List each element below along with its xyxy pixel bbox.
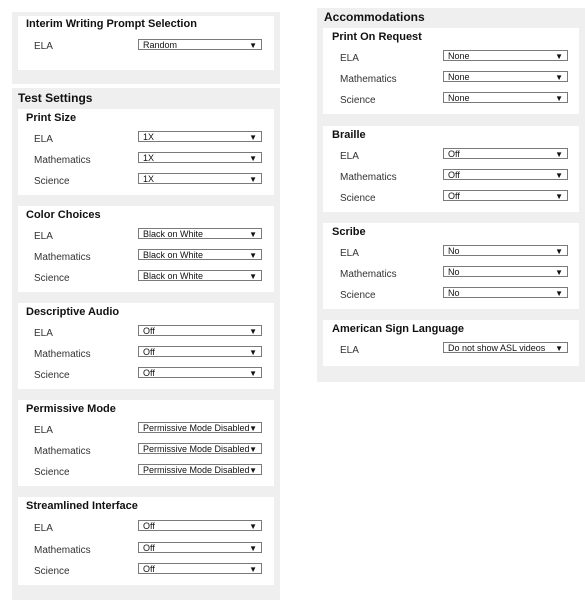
print-size-ela-select[interactable]: 1X ▼ <box>138 131 262 142</box>
braille-science-select[interactable]: Off ▼ <box>443 190 568 201</box>
chevron-down-icon: ▼ <box>555 73 563 82</box>
print-size-title: Print Size <box>26 112 77 124</box>
chevron-down-icon: ▼ <box>249 565 257 574</box>
print-size-ela-label: ELA <box>34 134 53 145</box>
chevron-down-icon: ▼ <box>249 272 257 281</box>
permissive-mode-math-select[interactable]: Permissive Mode Disabled ▼ <box>138 443 262 454</box>
interim-ela-label: ELA <box>34 41 53 52</box>
permissive-mode-math-label: Mathematics <box>34 446 91 457</box>
scribe-ela-label: ELA <box>340 248 359 259</box>
scribe-title: Scribe <box>332 226 366 238</box>
streamlined-interface-ela-select[interactable]: Off ▼ <box>138 520 262 531</box>
accommodations-title: Accommodations <box>324 10 425 24</box>
color-choices-math-label: Mathematics <box>34 252 91 263</box>
chevron-down-icon: ▼ <box>249 175 257 184</box>
permissive-mode-science-label: Science <box>34 467 70 478</box>
braille-math-label: Mathematics <box>340 172 397 183</box>
color-choices-title: Color Choices <box>26 209 101 221</box>
descriptive-audio-ela-label: ELA <box>34 328 53 339</box>
scribe-science-label: Science <box>340 290 376 301</box>
chevron-down-icon: ▼ <box>249 327 257 336</box>
chevron-down-icon: ▼ <box>555 268 563 277</box>
print-on-request-math-label: Mathematics <box>340 74 397 85</box>
interim-ela-select[interactable]: Random ▼ <box>138 39 262 50</box>
streamlined-interface-math-label: Mathematics <box>34 545 91 556</box>
chevron-down-icon: ▼ <box>249 424 257 433</box>
chevron-down-icon: ▼ <box>555 192 563 201</box>
color-choices-science-select[interactable]: Black on White ▼ <box>138 270 262 281</box>
scribe-math-select[interactable]: No ▼ <box>443 266 568 277</box>
streamlined-interface-ela-label: ELA <box>34 523 53 534</box>
color-choices-science-label: Science <box>34 273 70 284</box>
chevron-down-icon: ▼ <box>555 344 563 353</box>
chevron-down-icon: ▼ <box>249 369 257 378</box>
print-size-math-select[interactable]: 1X ▼ <box>138 152 262 163</box>
chevron-down-icon: ▼ <box>249 154 257 163</box>
chevron-down-icon: ▼ <box>249 251 257 260</box>
chevron-down-icon: ▼ <box>249 522 257 531</box>
braille-ela-select[interactable]: Off ▼ <box>443 148 568 159</box>
chevron-down-icon: ▼ <box>555 289 563 298</box>
permissive-mode-science-select[interactable]: Permissive Mode Disabled ▼ <box>138 464 262 475</box>
descriptive-audio-ela-select[interactable]: Off ▼ <box>138 325 262 336</box>
braille-math-select[interactable]: Off ▼ <box>443 169 568 180</box>
asl-ela-select[interactable]: Do not show ASL videos ▼ <box>443 342 568 353</box>
test-settings-title: Test Settings <box>18 91 93 105</box>
chevron-down-icon: ▼ <box>249 544 257 553</box>
chevron-down-icon: ▼ <box>249 445 257 454</box>
print-on-request-math-select[interactable]: None ▼ <box>443 71 568 82</box>
streamlined-interface-science-label: Science <box>34 566 70 577</box>
chevron-down-icon: ▼ <box>249 41 257 50</box>
streamlined-interface-math-select[interactable]: Off ▼ <box>138 542 262 553</box>
braille-title: Braille <box>332 129 366 141</box>
print-size-science-label: Science <box>34 176 70 187</box>
print-on-request-ela-label: ELA <box>340 53 359 64</box>
descriptive-audio-science-select[interactable]: Off ▼ <box>138 367 262 378</box>
chevron-down-icon: ▼ <box>555 150 563 159</box>
chevron-down-icon: ▼ <box>555 52 563 61</box>
braille-ela-label: ELA <box>340 151 359 162</box>
streamlined-interface-science-select[interactable]: Off ▼ <box>138 563 262 574</box>
permissive-mode-ela-label: ELA <box>34 425 53 436</box>
color-choices-math-select[interactable]: Black on White ▼ <box>138 249 262 260</box>
chevron-down-icon: ▼ <box>249 133 257 142</box>
chevron-down-icon: ▼ <box>555 247 563 256</box>
chevron-down-icon: ▼ <box>249 348 257 357</box>
chevron-down-icon: ▼ <box>555 171 563 180</box>
chevron-down-icon: ▼ <box>555 94 563 103</box>
print-on-request-science-label: Science <box>340 95 376 106</box>
descriptive-audio-title: Descriptive Audio <box>26 306 120 318</box>
color-choices-ela-select[interactable]: Black on White ▼ <box>138 228 262 239</box>
asl-title: American Sign Language <box>332 323 465 335</box>
braille-science-label: Science <box>340 193 376 204</box>
streamlined-interface-title: Streamlined Interface <box>26 500 138 512</box>
descriptive-audio-math-select[interactable]: Off ▼ <box>138 346 262 357</box>
print-size-math-label: Mathematics <box>34 155 91 166</box>
print-size-science-select[interactable]: 1X ▼ <box>138 173 262 184</box>
descriptive-audio-math-label: Mathematics <box>34 349 91 360</box>
asl-ela-label: ELA <box>340 345 359 356</box>
permissive-mode-ela-select[interactable]: Permissive Mode Disabled ▼ <box>138 422 262 433</box>
print-on-request-science-select[interactable]: None ▼ <box>443 92 568 103</box>
descriptive-audio-science-label: Science <box>34 370 70 381</box>
chevron-down-icon: ▼ <box>249 230 257 239</box>
scribe-math-label: Mathematics <box>340 269 397 280</box>
print-on-request-ela-select[interactable]: None ▼ <box>443 50 568 61</box>
color-choices-ela-label: ELA <box>34 231 53 242</box>
scribe-science-select[interactable]: No ▼ <box>443 287 568 298</box>
interim-title: Interim Writing Prompt Selection <box>26 18 197 30</box>
permissive-mode-title: Permissive Mode <box>26 403 116 415</box>
chevron-down-icon: ▼ <box>249 466 257 475</box>
print-on-request-title: Print On Request <box>332 31 422 43</box>
scribe-ela-select[interactable]: No ▼ <box>443 245 568 256</box>
